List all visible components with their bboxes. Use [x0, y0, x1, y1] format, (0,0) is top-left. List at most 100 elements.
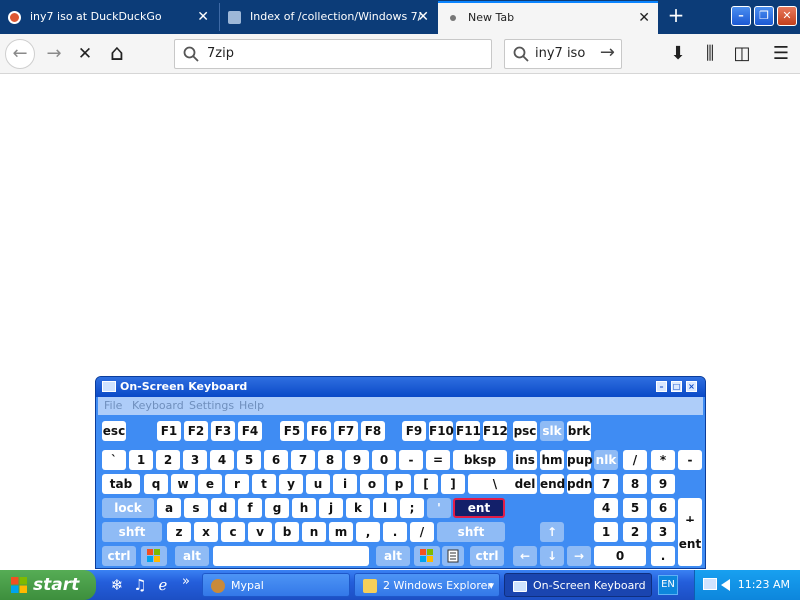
- task-mypal[interactable]: Mypal: [202, 573, 350, 597]
- home-button[interactable]: ⌂: [103, 40, 131, 68]
- osk-key-a-4[interactable]: f: [238, 498, 262, 518]
- osk-key-fn-3[interactable]: F3: [211, 421, 235, 441]
- context-menu-key-icon[interactable]: [442, 546, 464, 566]
- osk-close-button[interactable]: ×: [686, 381, 697, 392]
- osk-key-ctrl-0[interactable]: ctrl: [102, 546, 136, 566]
- osk-key-z-10[interactable]: /: [410, 522, 434, 542]
- osk-key-num-17[interactable]: nlk: [594, 450, 618, 470]
- tab-duckduckgo[interactable]: iny7 iso at DuckDuckGo ✕: [0, 3, 217, 31]
- osk-key-num-11[interactable]: -: [399, 450, 423, 470]
- tab-close-icon[interactable]: ✕: [417, 3, 429, 31]
- osk-key-num-13[interactable]: bksp: [453, 450, 507, 470]
- osk-key-q-15[interactable]: end: [540, 474, 565, 494]
- downloads-icon[interactable]: ⬇: [664, 40, 692, 68]
- url-bar[interactable]: 7zip: [174, 39, 492, 69]
- menu-icon[interactable]: ☰: [767, 40, 795, 68]
- osk-key-q-19[interactable]: 9: [651, 474, 675, 494]
- osk-key-num-8[interactable]: 8: [318, 450, 342, 470]
- url-input-value[interactable]: 7zip: [207, 40, 234, 68]
- osk-key-num-12[interactable]: =: [426, 450, 450, 470]
- osk-menu-file[interactable]: File: [104, 397, 122, 415]
- osk-key-fn-12[interactable]: F12: [483, 421, 508, 441]
- osk-key-ctrl-1[interactable]: alt: [175, 546, 209, 566]
- osk-key-ctrl-5[interactable]: ↓: [540, 546, 564, 566]
- osk-key-z-8[interactable]: ,: [356, 522, 380, 542]
- network-icon[interactable]: [703, 578, 717, 590]
- osk-key-fn-5[interactable]: F5: [280, 421, 304, 441]
- volume-icon[interactable]: [721, 579, 730, 591]
- osk-key-q-18[interactable]: 8: [623, 474, 647, 494]
- osk-key-q-0[interactable]: tab: [102, 474, 140, 494]
- osk-key-a-13[interactable]: 4: [594, 498, 618, 518]
- osk-maximize-button[interactable]: □: [671, 381, 682, 392]
- osk-key-q-6[interactable]: y: [279, 474, 303, 494]
- osk-key-ctrl-7[interactable]: 0: [594, 546, 646, 566]
- osk-key-z-7[interactable]: m: [329, 522, 353, 542]
- osk-key-ctrl-8[interactable]: .: [651, 546, 675, 566]
- back-button[interactable]: ←: [5, 39, 35, 69]
- osk-key-ctrl-3[interactable]: ctrl: [470, 546, 504, 566]
- internet-explorer-icon[interactable]: ℯ: [154, 576, 172, 594]
- osk-menu-help[interactable]: Help: [239, 397, 264, 415]
- osk-key-num-2[interactable]: 2: [156, 450, 180, 470]
- osk-key-q-4[interactable]: r: [225, 474, 249, 494]
- osk-key-ctrl-6[interactable]: →: [567, 546, 591, 566]
- osk-key-a-6[interactable]: h: [292, 498, 316, 518]
- osk-key-q-1[interactable]: q: [144, 474, 168, 494]
- osk-key-q-11[interactable]: [: [414, 474, 438, 494]
- language-indicator[interactable]: EN: [658, 575, 678, 595]
- osk-key-z-2[interactable]: x: [194, 522, 218, 542]
- osk-key-q-17[interactable]: 7: [594, 474, 618, 494]
- osk-key-num-19[interactable]: *: [651, 450, 675, 470]
- osk-key-num-6[interactable]: 6: [264, 450, 288, 470]
- osk-key-a-7[interactable]: j: [319, 498, 343, 518]
- osk-key-fn-6[interactable]: F6: [307, 421, 331, 441]
- osk-key-ctrl-9[interactable]: ent: [678, 522, 702, 566]
- osk-key-ctrl-4[interactable]: ←: [513, 546, 537, 566]
- osk-key-z-6[interactable]: n: [302, 522, 326, 542]
- library-icon[interactable]: ⫼: [696, 40, 724, 68]
- sidebar-icon[interactable]: ◫: [728, 40, 756, 68]
- osk-key-num-20[interactable]: -: [678, 450, 702, 470]
- osk-key-ctrl-2[interactable]: alt: [376, 546, 410, 566]
- osk-key-num-0[interactable]: `: [102, 450, 126, 470]
- task-on-screen-keyboard[interactable]: On-Screen Keyboard: [504, 573, 652, 597]
- osk-key-num-14[interactable]: ins: [513, 450, 537, 470]
- tab-index-collection[interactable]: Index of /collection/Windows 7/ ✕: [219, 3, 437, 31]
- osk-key-a-14[interactable]: 5: [623, 498, 647, 518]
- osk-key-a-2[interactable]: s: [184, 498, 208, 518]
- task-windows-explorer[interactable]: 2 Windows Explorer ▾: [354, 573, 500, 597]
- osk-key-num-4[interactable]: 4: [210, 450, 234, 470]
- osk-key-fn-2[interactable]: F2: [184, 421, 208, 441]
- osk-key-num-7[interactable]: 7: [291, 450, 315, 470]
- tab-close-icon[interactable]: ✕: [197, 3, 209, 31]
- tab-close-icon[interactable]: ✕: [638, 3, 650, 33]
- osk-key-q-8[interactable]: i: [333, 474, 357, 494]
- osk-key-num-10[interactable]: 0: [372, 450, 396, 470]
- osk-key-a-11[interactable]: ': [427, 498, 451, 518]
- search-go-arrow-icon[interactable]: →: [600, 40, 615, 66]
- new-tab-button[interactable]: +: [664, 4, 688, 28]
- windows-key-icon[interactable]: [414, 546, 440, 566]
- windows-key-icon[interactable]: [141, 546, 167, 566]
- osk-key-z-14[interactable]: 2: [623, 522, 647, 542]
- osk-key-z-3[interactable]: c: [221, 522, 245, 542]
- media-icon[interactable]: ♫: [131, 576, 149, 594]
- tab-new-tab[interactable]: New Tab ✕: [438, 1, 658, 34]
- osk-key-a-3[interactable]: d: [211, 498, 235, 518]
- start-button[interactable]: start: [0, 570, 96, 600]
- osk-key-num-1[interactable]: 1: [129, 450, 153, 470]
- space-bar[interactable]: [213, 546, 369, 566]
- osk-key-num-16[interactable]: pup: [567, 450, 593, 470]
- osk-minimize-button[interactable]: –: [656, 381, 667, 392]
- osk-key-fn-15[interactable]: brk: [567, 421, 591, 441]
- osk-key-a-15[interactable]: 6: [651, 498, 675, 518]
- osk-key-q-3[interactable]: e: [198, 474, 222, 494]
- osk-key-z-5[interactable]: b: [275, 522, 299, 542]
- osk-key-a-5[interactable]: g: [265, 498, 289, 518]
- snowflake-icon[interactable]: ❄: [108, 576, 126, 594]
- osk-menu-keyboard[interactable]: Keyboard: [132, 397, 184, 415]
- osk-title-bar[interactable]: On-Screen Keyboard – □ ×: [96, 377, 705, 397]
- minimize-button[interactable]: –: [731, 6, 751, 26]
- osk-key-q-16[interactable]: pdn: [567, 474, 593, 494]
